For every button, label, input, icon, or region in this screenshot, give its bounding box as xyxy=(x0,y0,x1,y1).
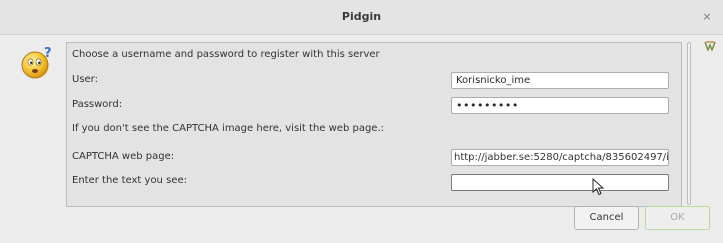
scrollbar[interactable] xyxy=(684,42,694,205)
form-instruction: Choose a username and password to regist… xyxy=(72,49,380,60)
password-input[interactable]: ••••••••• xyxy=(451,97,669,114)
ok-button[interactable]: OK xyxy=(645,206,710,230)
scrollbar-track[interactable] xyxy=(687,42,691,205)
captcha-note: If you don't see the CAPTCHA image here,… xyxy=(72,123,385,134)
mouse-cursor-icon xyxy=(592,178,605,196)
user-label: User: xyxy=(72,74,98,85)
password-label: Password: xyxy=(72,99,123,110)
captcha-label: CAPTCHA web page: xyxy=(72,151,175,162)
dialog-content: ? Choose a username and password to regi… xyxy=(0,35,723,243)
window-title: Pidgin xyxy=(341,10,382,23)
captcha-url-field[interactable]: http://jabber.se:5280/captcha/835602497/… xyxy=(451,149,669,166)
close-icon[interactable]: × xyxy=(701,11,713,23)
registration-form: Choose a username and password to regist… xyxy=(66,42,682,207)
user-input[interactable]: Korisnicko_ime xyxy=(451,72,669,89)
title-bar: Pidgin × xyxy=(0,0,723,35)
pidgin-logo-icon xyxy=(704,41,716,51)
svg-text:?: ? xyxy=(44,46,52,61)
captcha-text-label: Enter the text you see: xyxy=(72,175,187,186)
smiley-question-icon: ? xyxy=(21,46,52,79)
cancel-button[interactable]: Cancel xyxy=(574,206,639,230)
captcha-text-input[interactable] xyxy=(451,174,669,191)
